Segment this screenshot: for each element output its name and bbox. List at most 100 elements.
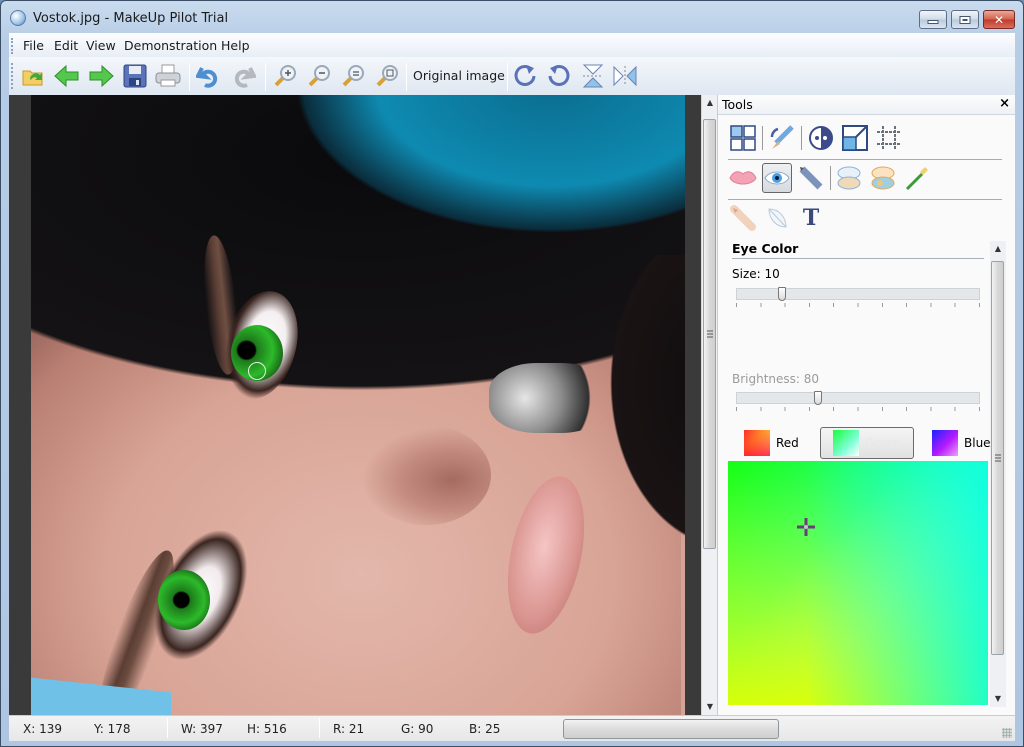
eyeshadow-tool[interactable]: [868, 163, 898, 193]
toolbar-separator: [265, 63, 266, 91]
layout-tool[interactable]: [728, 123, 758, 153]
layout-grid-icon: [730, 125, 756, 151]
rotate-ccw-icon: [548, 65, 570, 86]
feather-icon: [768, 208, 787, 228]
photo-nose: [361, 425, 491, 525]
save-button[interactable]: [121, 62, 149, 90]
maximize-button[interactable]: [951, 10, 979, 29]
horizontal-scrollbar[interactable]: [563, 719, 779, 739]
size-slider[interactable]: [736, 287, 980, 301]
panel-scroll-thumb[interactable]: [991, 261, 1004, 655]
brightness-slider-thumb[interactable]: [814, 391, 823, 405]
brush-undo-tool[interactable]: [766, 123, 796, 153]
back-button[interactable]: [53, 62, 81, 90]
channel-green-button[interactable]: Green: [820, 427, 915, 459]
close-icon: ✕: [993, 12, 1005, 27]
brush-tool[interactable]: [902, 163, 932, 193]
window-title: Vostok.jpg - MakeUp Pilot Trial: [33, 11, 229, 26]
concealer-tool[interactable]: [728, 203, 758, 233]
close-button[interactable]: ✕: [983, 10, 1015, 29]
rotate-ccw-button[interactable]: [545, 62, 573, 90]
status-height: H: 516: [247, 722, 287, 736]
powder-tool[interactable]: [834, 163, 864, 193]
eye-icon: [764, 171, 790, 185]
channel-red-label: Red: [776, 436, 799, 450]
zoom-out-button[interactable]: [305, 62, 333, 90]
scroll-up-icon[interactable]: ▲: [990, 241, 1006, 257]
brightness-slider-ticks: [736, 407, 980, 411]
color-picker-field[interactable]: [728, 461, 988, 705]
rotate-cw-button[interactable]: [511, 62, 539, 90]
flip-vertical-button[interactable]: [579, 62, 607, 90]
print-icon: [155, 64, 181, 87]
flip-horizontal-button[interactable]: [611, 62, 639, 90]
open-icon: [22, 70, 43, 86]
status-y: Y: 178: [94, 722, 131, 736]
menu-edit[interactable]: Edit: [54, 38, 78, 53]
crop-tool[interactable]: [874, 123, 904, 153]
eye-color-tool[interactable]: [762, 163, 792, 193]
menu-file[interactable]: File: [23, 38, 44, 53]
canvas-vertical-scrollbar[interactable]: ▲ ▼: [701, 95, 717, 715]
toolbar-separator: [189, 63, 190, 91]
tools-panel-close-icon[interactable]: ×: [999, 96, 1010, 111]
status-red: R: 21: [333, 722, 365, 736]
open-button[interactable]: [19, 62, 47, 90]
zoom-in-button[interactable]: [271, 62, 299, 90]
photo-iris: [158, 570, 210, 630]
crosshair-icon: [797, 517, 815, 536]
forward-button[interactable]: [87, 62, 115, 90]
concealer-icon: [730, 205, 756, 231]
scroll-down-icon[interactable]: ▼: [990, 691, 1006, 707]
status-blue: B: 25: [469, 722, 501, 736]
back-icon: [54, 65, 79, 87]
toolbar-separator: [406, 63, 407, 91]
zoom-fit-icon: [376, 65, 398, 87]
eye-color-settings: Eye Color Size: 10 Brightness: 80 Red Gr…: [726, 241, 991, 709]
tool-separator: [830, 166, 831, 190]
title-bar: Vostok.jpg - MakeUp Pilot Trial ✕: [1, 1, 1023, 33]
brush-icon: [905, 167, 928, 191]
size-slider-thumb[interactable]: [778, 287, 787, 301]
toolbar-grip: [11, 63, 14, 89]
save-icon: [123, 64, 147, 88]
print-button[interactable]: [154, 62, 182, 90]
toolbar-separator: [507, 63, 508, 91]
undo-button[interactable]: [195, 62, 223, 90]
eye-pencil-icon: [799, 166, 823, 190]
zoom-fit-button[interactable]: [373, 62, 401, 90]
zoom-out-icon: [308, 65, 330, 87]
image-canvas[interactable]: [9, 95, 701, 715]
panel-vertical-scrollbar[interactable]: ▲ ▼: [990, 241, 1006, 707]
scroll-up-icon[interactable]: ▲: [702, 95, 718, 111]
scroll-down-icon[interactable]: ▼: [702, 699, 718, 715]
eye-pencil-tool[interactable]: [796, 163, 826, 193]
menu-demonstration[interactable]: Demonstration: [124, 38, 217, 53]
green-gradient-icon: [833, 430, 859, 456]
lips-tool[interactable]: [728, 163, 758, 193]
menu-view[interactable]: View: [86, 38, 116, 53]
scroll-thumb[interactable]: [703, 119, 716, 549]
brightness-slider[interactable]: [736, 391, 980, 405]
resize-grip[interactable]: [1002, 728, 1012, 738]
resize-tool[interactable]: [840, 123, 870, 153]
red-gradient-icon: [744, 430, 770, 456]
contrast-tool[interactable]: [806, 123, 836, 153]
section-divider: [732, 258, 984, 259]
resize-icon: [842, 125, 868, 151]
text-tool[interactable]: T: [796, 203, 826, 233]
tools-panel-title: Tools: [722, 97, 753, 112]
menu-help[interactable]: Help: [221, 38, 250, 53]
minimize-button[interactable]: [919, 10, 947, 29]
photo[interactable]: [31, 95, 685, 715]
status-green: G: 90: [401, 722, 434, 736]
zoom-actual-button[interactable]: [339, 62, 367, 90]
redo-button[interactable]: [229, 62, 257, 90]
flip-vertical-icon: [582, 64, 604, 88]
channel-blue-button[interactable]: Blue: [932, 427, 991, 459]
original-image-button[interactable]: Original image: [413, 68, 505, 83]
flip-horizontal-icon: [613, 65, 637, 87]
channel-red-button[interactable]: Red: [744, 427, 799, 459]
tool-divider: [728, 159, 1002, 160]
feather-tool[interactable]: [762, 203, 792, 233]
